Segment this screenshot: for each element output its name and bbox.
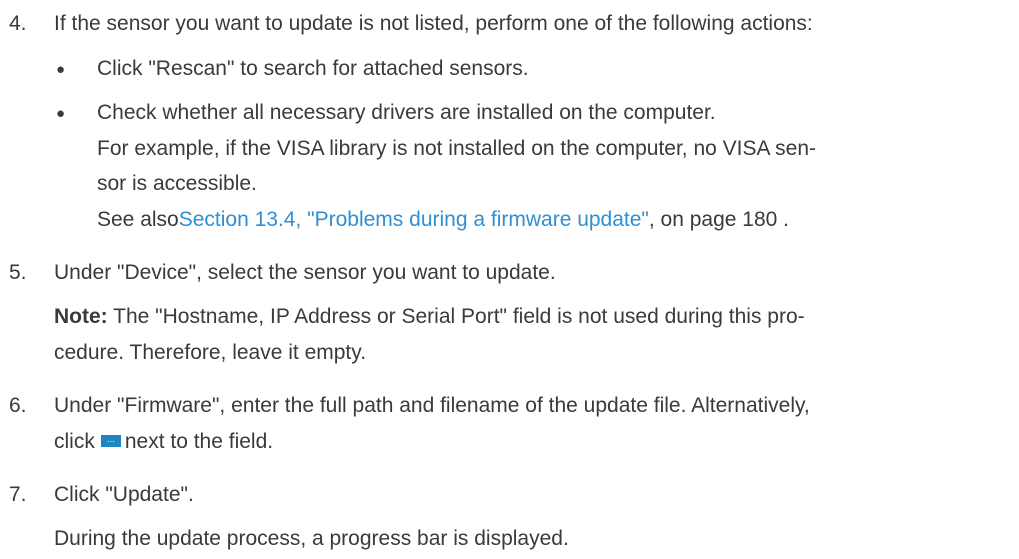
bullet-drivers-example: For example, if the VISA library is not … bbox=[97, 137, 817, 160]
step-6-text: Under "Firmware", enter the full path an… bbox=[54, 394, 810, 417]
see-also-prefix: See also bbox=[97, 208, 179, 231]
step-5-number: 5. bbox=[9, 261, 27, 284]
bullet-drivers-example-cont: sor is accessible. bbox=[97, 172, 257, 195]
step-6-continuation: click... next to the field. bbox=[54, 429, 273, 455]
bullet-marker: ● bbox=[56, 61, 66, 78]
step-5-text: Under "Device", select the sensor you wa… bbox=[54, 261, 556, 284]
note-continuation: cedure. Therefore, leave it empty. bbox=[54, 341, 367, 364]
step-6-number: 6. bbox=[9, 394, 27, 417]
browse-button-icon: ... bbox=[100, 435, 121, 448]
see-also-suffix: , on page 180 . bbox=[648, 208, 790, 231]
note-text: The "Hostname, IP Address or Serial Port… bbox=[107, 305, 805, 328]
step-7-result: During the update process, a progress ba… bbox=[54, 527, 569, 550]
section-13-4-link[interactable]: Section 13.4, "Problems during a firmwar… bbox=[179, 208, 649, 231]
bullet-rescan-text: Click "Rescan" to search for attached se… bbox=[97, 57, 529, 80]
step-7-number: 7. bbox=[9, 483, 27, 506]
bullet-marker: ● bbox=[56, 105, 66, 122]
step-4-text: If the sensor you want to update is not … bbox=[54, 12, 813, 35]
bullet-drivers-text: Check whether all necessary drivers are … bbox=[97, 101, 716, 124]
next-to-field-text: next to the field. bbox=[124, 430, 274, 453]
note-line: Note: The "Hostname, IP Address or Seria… bbox=[54, 304, 805, 330]
see-also-line: See alsoSection 13.4, "Problems during a… bbox=[97, 207, 789, 233]
step-4-number: 4. bbox=[9, 12, 27, 35]
note-label: Note: bbox=[54, 305, 108, 328]
step-7-text: Click "Update". bbox=[54, 483, 194, 506]
click-word: click bbox=[54, 430, 95, 453]
